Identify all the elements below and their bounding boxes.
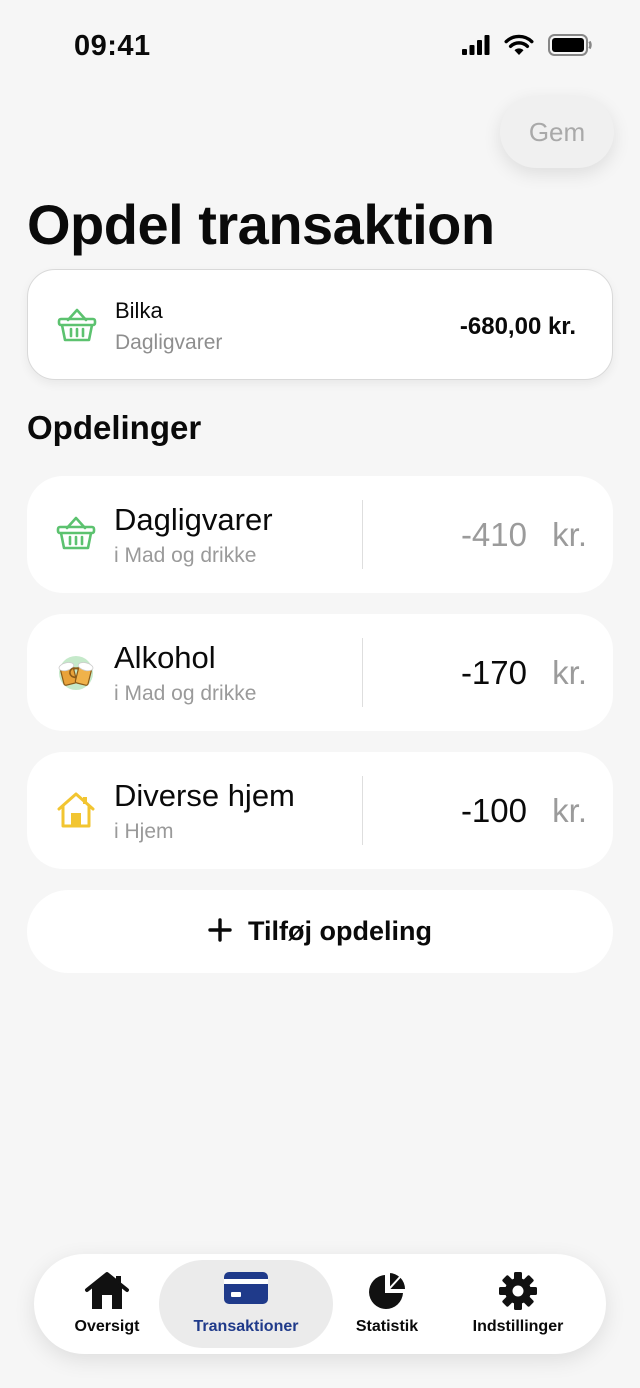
split-divider: [362, 500, 363, 569]
save-button[interactable]: Gem: [500, 96, 614, 168]
split-subcategory: i Mad og drikke: [114, 682, 257, 705]
split-amount-input[interactable]: -100: [461, 792, 527, 830]
status-time: 09:41: [74, 30, 151, 62]
tab-label: Oversigt: [74, 1318, 140, 1335]
gear-icon: [498, 1271, 538, 1316]
status-icons: [462, 34, 592, 61]
split-subcategory: i Hjem: [114, 820, 174, 843]
add-split-label: Tilføj opdeling: [248, 916, 432, 946]
tab-statistik[interactable]: Statistik: [340, 1254, 434, 1354]
tab-label: Transaktioner: [193, 1318, 299, 1335]
basket-icon: [57, 307, 97, 348]
add-split-button[interactable]: Tilføj opdeling: [27, 890, 613, 973]
house-icon: [56, 791, 96, 831]
split-amount-input[interactable]: -170: [461, 654, 527, 692]
status-bar: 09:41: [0, 0, 640, 94]
split-divider: [362, 638, 363, 707]
tab-oversigt[interactable]: Oversigt: [54, 1254, 160, 1354]
splits-section-title: Opdelinger: [27, 409, 202, 446]
split-amount-input[interactable]: -410: [461, 516, 527, 554]
split-row[interactable]: Alkohol i Mad og drikke -170 kr.: [27, 614, 613, 731]
tab-indstillinger[interactable]: Indstillinger: [454, 1254, 582, 1354]
split-currency: kr.: [552, 654, 587, 691]
card-icon: [223, 1271, 269, 1310]
split-currency: kr.: [552, 792, 587, 829]
split-currency: kr.: [552, 516, 587, 553]
tab-transaktioner[interactable]: Transaktioner: [159, 1254, 333, 1354]
split-name: Alkohol: [114, 640, 216, 675]
pie-chart-icon: [367, 1271, 407, 1316]
basket-icon: [56, 515, 96, 555]
plus-icon: [208, 912, 232, 948]
transaction-category: Dagligvarer: [115, 331, 223, 354]
split-subcategory: i Mad og drikke: [114, 544, 257, 567]
home-icon: [84, 1271, 130, 1316]
transaction-name: Bilka: [115, 298, 163, 323]
signal-icon: [462, 35, 490, 60]
original-transaction-card: Bilka Dagligvarer -680,00 kr.: [27, 269, 613, 380]
split-name: Diverse hjem: [114, 778, 295, 813]
split-divider: [362, 776, 363, 845]
tab-label: Indstillinger: [472, 1318, 564, 1335]
beer-mugs-icon: [56, 653, 96, 693]
battery-icon: [548, 34, 592, 61]
tab-label: Statistik: [355, 1318, 419, 1335]
page-title: Opdel transaktion: [27, 193, 495, 256]
split-name: Dagligvarer: [114, 502, 273, 537]
split-row[interactable]: Dagligvarer i Mad og drikke -410 kr.: [27, 476, 613, 593]
tab-bar: Oversigt Transaktioner Statistik Indstil…: [34, 1254, 606, 1354]
split-row[interactable]: Diverse hjem i Hjem -100 kr.: [27, 752, 613, 869]
transaction-amount: -680,00 kr.: [459, 313, 576, 340]
split-transaction-screen: 09:41 Gem Opdel transaktion Bilka Daglig…: [0, 0, 640, 1388]
wifi-icon: [504, 34, 534, 61]
